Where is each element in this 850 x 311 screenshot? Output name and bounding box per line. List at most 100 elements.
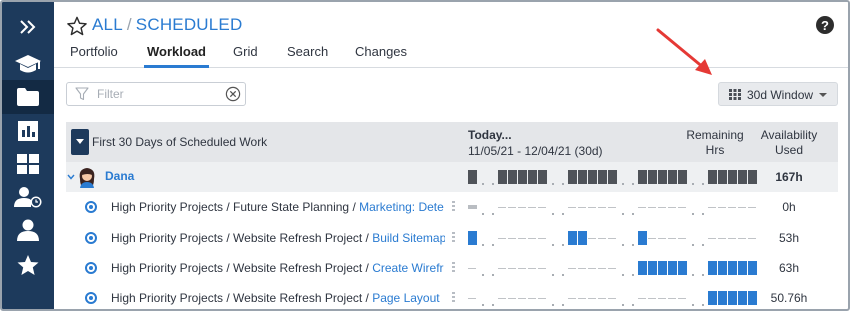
breadcrumb-root-link[interactable]: ALL bbox=[92, 15, 123, 34]
workload-day-cell bbox=[528, 298, 536, 299]
workload-day-cell bbox=[608, 170, 617, 184]
workload-day-cell bbox=[678, 261, 687, 275]
task-availability-used: 53h bbox=[778, 231, 800, 245]
person-name-link[interactable]: Dana bbox=[105, 169, 134, 183]
task-link[interactable]: Page Layout bbox=[372, 291, 439, 305]
workload-day-cell bbox=[468, 268, 476, 269]
workload-day-cell bbox=[508, 238, 516, 239]
drag-handle-icon[interactable] bbox=[452, 262, 456, 274]
time-window-dropdown[interactable]: 30d Window bbox=[718, 82, 838, 106]
workload-day-cell bbox=[498, 238, 506, 239]
workload-day-cell bbox=[588, 170, 597, 184]
task-status-radio[interactable] bbox=[85, 292, 97, 304]
clear-filter-icon[interactable] bbox=[225, 86, 241, 102]
sidebar-item-learning[interactable] bbox=[2, 47, 54, 81]
workload-day-cell bbox=[508, 207, 516, 208]
sidebar-item-projects[interactable] bbox=[2, 80, 54, 114]
sidebar-item-timesheet[interactable] bbox=[2, 180, 54, 214]
workload-day-cell bbox=[508, 268, 516, 269]
person-row[interactable]: Dana 167h bbox=[66, 162, 838, 192]
star-icon bbox=[17, 255, 39, 275]
breadcrumb: ALL / SCHEDULED bbox=[92, 15, 242, 35]
task-status-radio[interactable] bbox=[85, 232, 97, 244]
task-availability-used: 50.76h bbox=[770, 291, 808, 305]
app-window: ALL / SCHEDULED ? Portfolio Workload Grid … bbox=[0, 0, 850, 311]
tab-search[interactable]: Search bbox=[287, 44, 328, 68]
table-title: First 30 Days of Scheduled Work bbox=[92, 135, 268, 149]
workload-day-cell bbox=[498, 207, 506, 208]
chevron-down-icon[interactable] bbox=[67, 174, 75, 180]
workload-day-cell bbox=[468, 231, 477, 245]
task-row[interactable]: High Priority Projects / Website Refresh… bbox=[66, 283, 838, 309]
task-link[interactable]: Create Wirefr… bbox=[372, 261, 445, 275]
task-row[interactable]: High Priority Projects / Website Refresh… bbox=[66, 223, 838, 253]
workload-day-cell bbox=[632, 274, 634, 276]
sidebar-item-reports[interactable] bbox=[2, 114, 54, 148]
task-path-text: High Priority Projects / Website Refresh… bbox=[111, 231, 373, 245]
workload-day-cell bbox=[728, 238, 736, 239]
workload-day-cell bbox=[608, 238, 616, 239]
folder-icon bbox=[17, 88, 39, 106]
workload-day-cell bbox=[468, 298, 476, 299]
workload-day-cell bbox=[718, 291, 727, 305]
workload-day-cell bbox=[702, 213, 704, 215]
workload-day-cell bbox=[588, 268, 596, 269]
time-window-label: 30d Window bbox=[747, 88, 814, 102]
tab-changes[interactable]: Changes bbox=[355, 44, 407, 68]
workload-day-cell bbox=[692, 213, 694, 215]
workload-day-cell bbox=[622, 244, 624, 246]
drag-handle-icon[interactable] bbox=[452, 232, 456, 244]
task-availability-used: 63h bbox=[778, 261, 800, 275]
workload-day-cell bbox=[508, 298, 516, 299]
workload-day-cell bbox=[482, 304, 484, 306]
task-link[interactable]: Build Sitemap bbox=[372, 231, 445, 245]
workload-day-cell bbox=[552, 183, 554, 185]
workload-day-cell bbox=[648, 261, 657, 275]
expand-sidebar-button[interactable] bbox=[2, 10, 54, 44]
task-workload-bars bbox=[466, 253, 757, 283]
workload-day-cell bbox=[518, 298, 526, 299]
annotation-arrow-icon bbox=[656, 28, 712, 75]
task-link[interactable]: Marketing: Dete… bbox=[359, 200, 445, 214]
sidebar-item-favorites[interactable] bbox=[2, 248, 54, 282]
availability-used-header: Availability Used bbox=[760, 128, 818, 157]
workload-day-cell bbox=[498, 298, 506, 299]
workload-day-cell bbox=[668, 298, 676, 299]
sidebar-item-people[interactable] bbox=[2, 213, 54, 247]
workload-day-cell bbox=[738, 238, 746, 239]
filter-input[interactable] bbox=[97, 86, 217, 102]
double-chevron-right-icon bbox=[20, 20, 36, 34]
workload-day-cell bbox=[598, 298, 606, 299]
workload-table-header: First 30 Days of Scheduled Work Today...… bbox=[66, 122, 838, 162]
drag-handle-icon[interactable] bbox=[452, 201, 456, 213]
tab-workload[interactable]: Workload bbox=[144, 44, 209, 68]
tab-grid[interactable]: Grid bbox=[233, 44, 258, 68]
workload-day-cell bbox=[708, 291, 717, 305]
workload-day-cell bbox=[482, 274, 484, 276]
workload-day-cell bbox=[492, 244, 494, 246]
help-icon[interactable]: ? bbox=[816, 16, 834, 34]
workload-day-cell bbox=[562, 274, 564, 276]
workload-day-cell bbox=[668, 238, 676, 239]
workload-day-cell bbox=[552, 304, 554, 306]
workload-day-cell bbox=[648, 298, 656, 299]
drag-handle-icon[interactable] bbox=[452, 292, 456, 304]
workload-day-cell bbox=[638, 298, 646, 299]
workload-day-cell bbox=[562, 244, 564, 246]
collapse-all-button[interactable] bbox=[71, 129, 89, 155]
breadcrumb-current-link[interactable]: SCHEDULED bbox=[136, 15, 243, 34]
sidebar-item-dashboard[interactable] bbox=[2, 147, 54, 181]
workload-day-cell bbox=[598, 170, 607, 184]
tab-portfolio[interactable]: Portfolio bbox=[70, 44, 118, 68]
workload-day-cell bbox=[658, 170, 667, 184]
task-status-radio[interactable] bbox=[85, 201, 97, 213]
workload-day-cell bbox=[518, 268, 526, 269]
task-status-radio[interactable] bbox=[85, 262, 97, 274]
workload-day-cell bbox=[702, 274, 704, 276]
favorite-star-icon[interactable] bbox=[67, 16, 87, 36]
task-path-text: High Priority Projects / Website Refresh… bbox=[111, 291, 373, 305]
workload-day-cell bbox=[632, 304, 634, 306]
workload-day-cell bbox=[568, 170, 577, 184]
task-row[interactable]: High Priority Projects / Future State Pl… bbox=[66, 192, 838, 222]
task-row[interactable]: High Priority Projects / Website Refresh… bbox=[66, 253, 838, 283]
